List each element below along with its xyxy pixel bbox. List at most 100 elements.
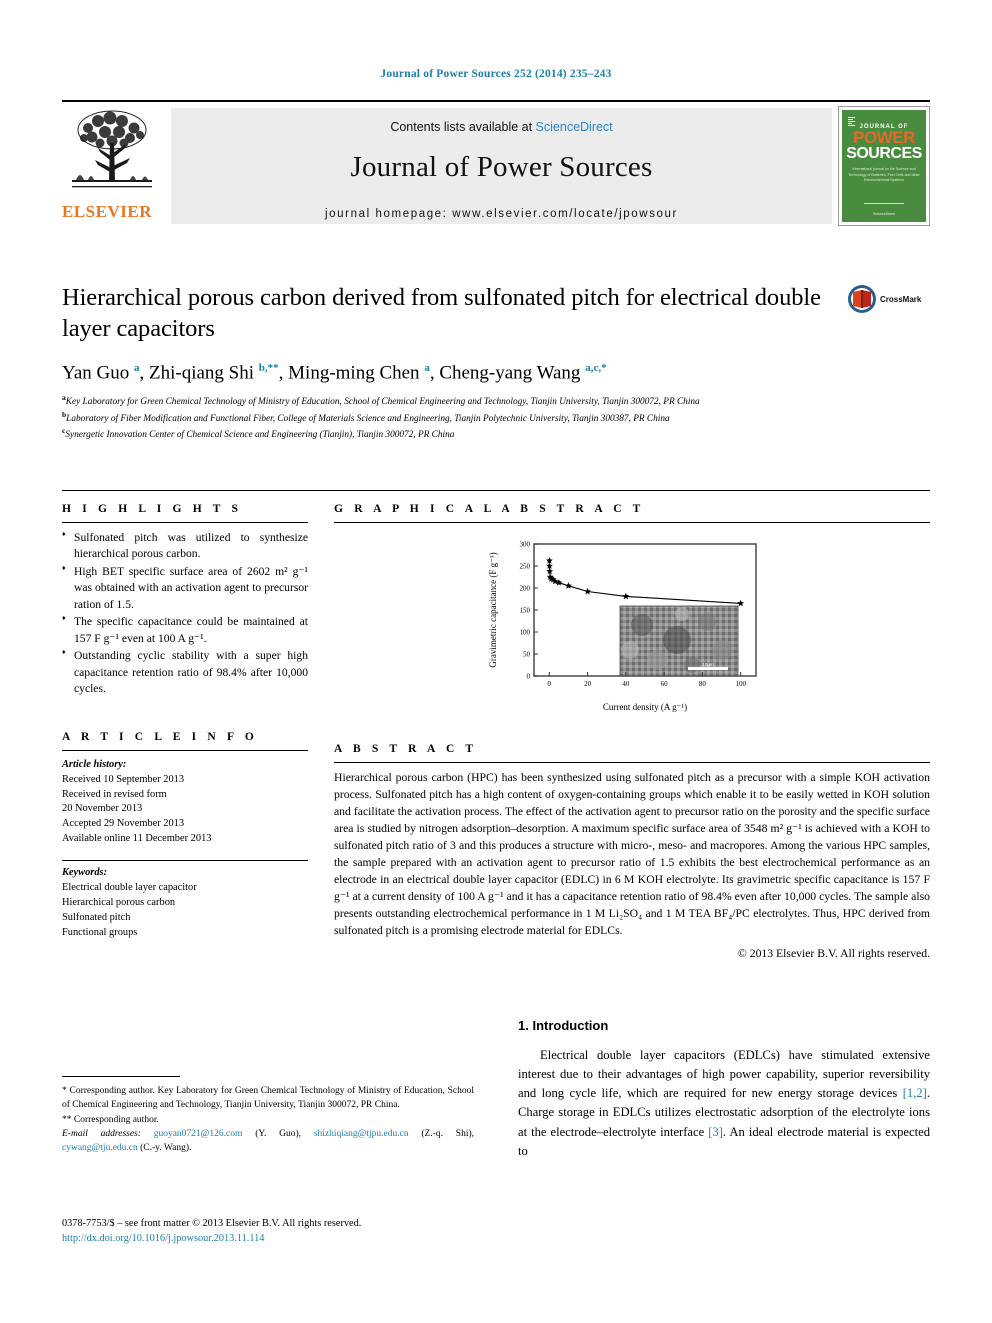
crossmark-label: CrossMark (880, 294, 922, 304)
svg-text:10µm: 10µm (702, 662, 714, 667)
email-owner: (C.-y. Wang) (140, 1143, 189, 1153)
svg-text:80: 80 (699, 680, 707, 688)
left-column: H I G H L I G H T S Sulfonated pitch was… (62, 503, 308, 941)
svg-text:40: 40 (622, 680, 630, 688)
svg-text:300: 300 (520, 541, 531, 549)
svg-text:250: 250 (520, 563, 531, 571)
elsevier-wordmark: ELSEVIER (62, 202, 152, 221)
svg-text:200: 200 (520, 585, 531, 593)
graphical-abstract-rule (334, 522, 930, 523)
affiliation-item: aKey Laboratory for Green Chemical Techn… (62, 393, 700, 408)
svg-text:100: 100 (520, 629, 531, 637)
crossmark-badge[interactable]: CrossMark (847, 284, 925, 314)
highlights-heading: H I G H L I G H T S (62, 503, 243, 515)
email-link[interactable]: guoyan0721@126.com (154, 1129, 243, 1139)
header-divider (62, 490, 930, 491)
article-info-heading: A R T I C L E I N F O (62, 730, 258, 743)
cover-footer: ScienceDirect (872, 212, 896, 216)
svg-text:0: 0 (527, 673, 531, 681)
paper-page: Journal of Power Sources 252 (2014) 235–… (0, 0, 992, 1323)
highlight-item: High BET specific surface area of 2602 m… (62, 564, 308, 613)
right-column: G R A P H I C A L A B S T R A C T 0 50 100… (334, 503, 930, 960)
article-history-item: Received in revised form (62, 788, 167, 800)
article-info-rule (62, 749, 308, 751)
keyword-item: Hierarchical porous carbon (62, 897, 176, 909)
article-header: Hierarchical porous carbon derived from … (62, 282, 930, 443)
affiliation-item: cSynergetic Innovation Center of Chemica… (62, 426, 455, 441)
chart-x-axis-label: Current density (A g⁻¹) (603, 702, 687, 712)
svg-text:0: 0 (548, 680, 552, 688)
email-owner: (Z.-q. Shi) (421, 1128, 472, 1139)
highlights-rule (62, 522, 308, 523)
contents-available-line: Contents lists available at ScienceDirec… (390, 120, 612, 134)
corresponding-author-1: * Corresponding author. Key Laboratory f… (62, 1086, 474, 1111)
graphical-abstract-figure: 0 50 100 150 200 250 300 10µm 0 20 40 60… (334, 530, 930, 717)
keywords-rule (62, 860, 308, 862)
keyword-item: Electrical double layer capacitor (62, 882, 197, 894)
article-history-item: Accepted 29 November 2013 (62, 818, 185, 830)
svg-text:100: 100 (735, 680, 746, 688)
masthead-center: Contents lists available at ScienceDirec… (171, 108, 832, 224)
keyword-item: Functional groups (62, 927, 138, 939)
svg-text:150: 150 (520, 607, 531, 615)
crossmark-icon (848, 285, 876, 313)
author-list: Yan Guo a, Zhi-qiang Shi b,**, Ming-ming… (62, 361, 607, 384)
article-history-list: Received 10 September 2013 Received in re… (62, 773, 308, 848)
corresponding-author-2: ** Corresponding author. (62, 1114, 159, 1125)
journal-homepage[interactable]: journal homepage: www.elsevier.com/locat… (325, 208, 678, 220)
contents-prefix: Contents lists available at (390, 120, 536, 134)
cover-line-3: SOURCES (846, 145, 922, 163)
highlight-item: The specific capacitance could be mainta… (62, 614, 308, 647)
email-owner: (Y. Guo) (255, 1128, 299, 1139)
svg-text:60: 60 (661, 680, 669, 688)
elsevier-logo-block: ELSEVIER (62, 102, 167, 232)
keyword-item: Sulfonated pitch (62, 912, 131, 924)
cover-art: JOURNAL OF POWER SOURCES International j… (842, 110, 926, 222)
footnote-column: * Corresponding author. Key Laboratory f… (62, 1018, 474, 1161)
bottom-columns: * Corresponding author. Key Laboratory f… (62, 1018, 930, 1161)
abstract-copyright: © 2013 Elsevier B.V. All rights reserved… (737, 946, 930, 960)
svg-text:20: 20 (584, 680, 592, 688)
keywords-label: Keywords: (62, 867, 108, 879)
abstract-rule (334, 762, 930, 763)
sciencedirect-link[interactable]: ScienceDirect (536, 120, 613, 134)
doi-link[interactable]: http://dx.doi.org/10.1016/j.jpowsour.201… (62, 1231, 582, 1246)
abstract-heading: A B S T R A C T (334, 743, 478, 755)
issn-line: 0378-7753/$ – see front matter © 2013 El… (62, 1218, 362, 1229)
article-history-item: Available online 11 December 2013 (62, 833, 212, 845)
reference-link[interactable]: [3] (708, 1125, 723, 1139)
cover-line-2: POWER (853, 128, 915, 147)
issn-footer: 0378-7753/$ – see front matter © 2013 El… (62, 1216, 582, 1247)
article-info-body: Article history: Received 10 September 2… (62, 758, 308, 942)
footnote-divider (62, 1076, 180, 1077)
email-link[interactable]: cywang@tju.edu.cn (62, 1143, 138, 1153)
introduction-column: 1. Introduction Electrical double layer … (518, 1018, 930, 1161)
cover-subtitle: International journal on the Science and… (848, 167, 920, 183)
reference-link[interactable]: [1,2] (903, 1086, 927, 1100)
abstract-text: Hierarchical porous carbon (HPC) has bee… (334, 771, 930, 937)
email-link[interactable]: shizhiqiang@tjpu.edu.cn (314, 1129, 409, 1139)
elsevier-tree-icon (72, 110, 152, 188)
journal-cover-thumbnail: JOURNAL OF POWER SOURCES International j… (838, 106, 930, 226)
rate-capability-chart: 050100150200250300 10µm 0 20 40 60 80 10… (482, 530, 782, 717)
article-history-item: Received 10 September 2013 (62, 773, 185, 785)
affiliation-item: bLaboratory of Fiber Modification and Fu… (62, 409, 670, 424)
email-label: E-mail addresses: (62, 1128, 141, 1139)
chart-y-axis-label: Gravimetric capacitance (F g⁻¹) (488, 552, 498, 667)
email-addresses: E-mail addresses: guoyan0721@126.com (Y.… (62, 1128, 474, 1153)
journal-masthead: ELSEVIER Contents lists available at Sci… (62, 100, 930, 232)
article-history-item: 20 November 2013 (62, 803, 143, 815)
keywords-list: Electrical double layer capacitor Hierarc… (62, 881, 308, 941)
svg-text:50: 50 (523, 651, 531, 659)
affiliation-list: aKey Laboratory for Green Chemical Techn… (62, 393, 930, 443)
highlight-item: Sulfonated pitch was utilized to synthes… (62, 530, 308, 563)
page-title: Hierarchical porous carbon derived from … (62, 284, 821, 343)
graphical-abstract-heading: G R A P H I C A L A B S T R A C T (334, 503, 645, 515)
introduction-heading: 1. Introduction (518, 1018, 609, 1033)
journal-title: Journal of Power Sources (350, 151, 653, 183)
running-head: Journal of Power Sources 252 (2014) 235–… (380, 68, 612, 80)
highlight-item: Outstanding cyclic stability with a supe… (62, 648, 308, 697)
cover-elsevier-icon (847, 116, 856, 128)
article-history-label: Article history: (62, 758, 127, 770)
introduction-paragraph: Electrical double layer capacitors (EDLC… (518, 1048, 930, 1158)
